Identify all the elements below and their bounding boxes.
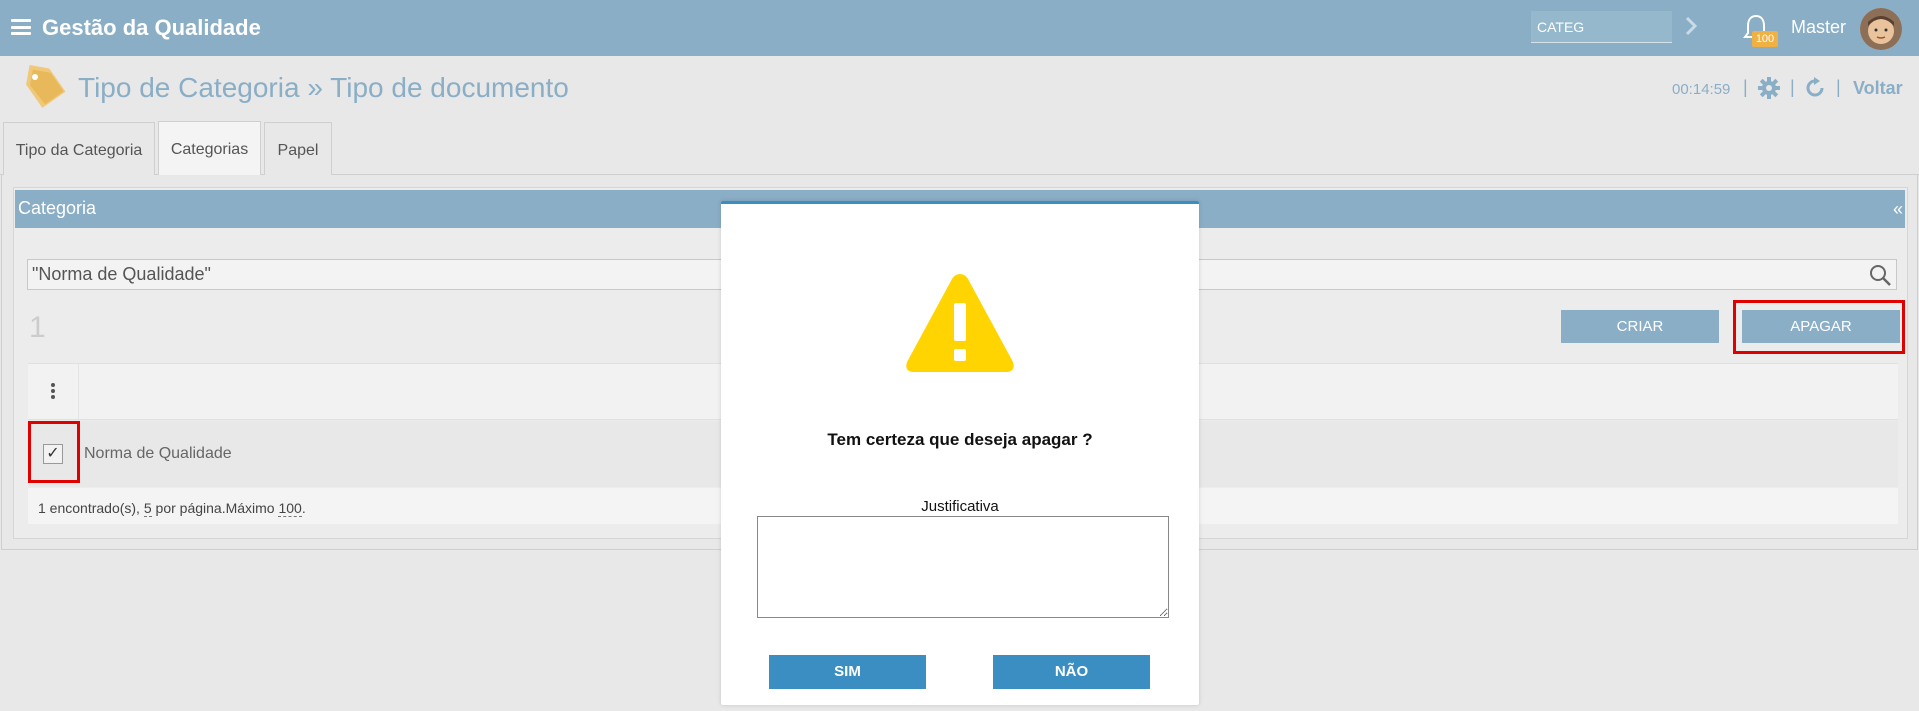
justification-label: Justificativa bbox=[921, 498, 999, 515]
notification-badge: 100 bbox=[1752, 31, 1778, 47]
back-link[interactable]: Voltar bbox=[1853, 78, 1903, 99]
page-title: Tipo de Categoria » Tipo de documento bbox=[78, 72, 569, 103]
tab-tipo-da-categoria[interactable]: Tipo da Categoria bbox=[3, 122, 155, 175]
tab-papel[interactable]: Papel bbox=[264, 122, 332, 175]
avatar[interactable] bbox=[1860, 8, 1902, 50]
chevron-right-icon[interactable] bbox=[1683, 14, 1699, 38]
row-name: Norma de Qualidade bbox=[84, 445, 232, 462]
max-selector[interactable]: 100 bbox=[278, 500, 302, 517]
panel-title: Categoria bbox=[18, 198, 97, 218]
warning-icon bbox=[906, 274, 1014, 372]
checkbox-highlight bbox=[28, 421, 80, 483]
delete-button-highlight bbox=[1733, 300, 1905, 354]
search-icon[interactable] bbox=[1868, 263, 1892, 287]
grid-column-divider bbox=[78, 363, 79, 420]
separator: | bbox=[1790, 77, 1795, 97]
per-page-selector[interactable]: 5 bbox=[143, 500, 152, 517]
separator: | bbox=[1836, 77, 1841, 97]
justification-textarea[interactable] bbox=[757, 516, 1169, 618]
create-button[interactable]: CRIAR bbox=[1561, 310, 1719, 343]
tag-icon bbox=[26, 64, 66, 108]
gear-icon[interactable] bbox=[1757, 76, 1781, 100]
refresh-icon[interactable] bbox=[1803, 76, 1827, 100]
separator: | bbox=[1743, 77, 1748, 97]
user-name[interactable]: Master bbox=[1791, 17, 1846, 38]
hamburger-menu-icon[interactable] bbox=[11, 19, 31, 35]
app-title: Gestão da Qualidade bbox=[42, 15, 261, 40]
yes-button[interactable]: SIM bbox=[769, 655, 926, 689]
session-timer: 00:14:59 bbox=[1672, 81, 1731, 98]
global-search-input[interactable]: CATEG bbox=[1531, 11, 1672, 43]
kebab-menu-icon[interactable] bbox=[50, 382, 56, 400]
result-count: 1 bbox=[29, 311, 46, 344]
collapse-button[interactable]: « bbox=[1893, 199, 1903, 220]
tab-categorias[interactable]: Categorias bbox=[158, 121, 261, 175]
no-button[interactable]: NÃO bbox=[993, 655, 1150, 689]
pagination-info: 1 encontrado(s), 5 por página.Máximo 100… bbox=[38, 500, 306, 517]
dialog-question: Tem certeza que deseja apagar ? bbox=[827, 430, 1093, 449]
